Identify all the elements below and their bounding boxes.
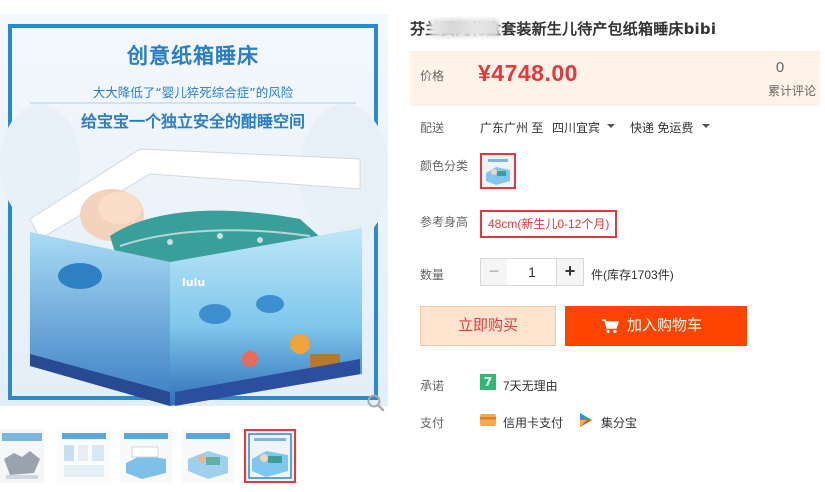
chevron-down-icon[interactable] <box>607 124 615 128</box>
main-image-illustration: lulu <box>0 14 388 406</box>
zoom-icon[interactable] <box>366 393 386 413</box>
color-option-swatch[interactable] <box>480 153 516 189</box>
promo-subtitle-2: 给宝宝一个独立安全的酣睡空间 <box>80 112 305 131</box>
title-redaction <box>430 19 500 37</box>
height-option-selected[interactable]: 48cm(新生儿0-12个月) <box>480 210 618 238</box>
seven-day-return-icon: 7 <box>480 374 496 390</box>
thumbnail-1[interactable] <box>0 429 44 483</box>
promo-subtitle-1: 大大降低了“婴儿猝死综合症”的风险 <box>92 85 294 100</box>
review-label[interactable]: 累计评论 <box>768 82 816 99</box>
price-panel: 价格 ¥4748.00 0 累计评论 <box>410 51 820 106</box>
color-label: 颜色分类 <box>420 159 469 173</box>
shipping-method-select[interactable]: 快递 免运费 <box>630 119 693 136</box>
quantity-label: 数量 <box>420 268 445 282</box>
review-count[interactable]: 0 <box>762 59 798 76</box>
cart-icon <box>602 319 619 334</box>
jifenbao-payment-text[interactable]: 集分宝 <box>601 414 637 431</box>
quantity-increase-button[interactable]: + <box>556 258 584 286</box>
box-brand-text: lulu <box>182 276 205 289</box>
jifenbao-icon <box>580 413 592 427</box>
product-gallery: lulu 创意纸箱睡床 大大降低了“婴儿猝死综合症”的风险 给宝宝一个独立安全的… <box>0 0 395 492</box>
product-info-panel: 芬兰婴儿礼盒套装新生儿待产包纸箱睡床bibi 价格 ¥4748.00 0 累计评… <box>408 0 825 492</box>
promise-label: 承诺 <box>420 379 445 393</box>
height-label: 参考身高 <box>420 215 469 229</box>
thumbnail-2[interactable] <box>58 429 110 483</box>
credit-card-payment-text[interactable]: 信用卡支付 <box>503 414 563 431</box>
buy-now-button[interactable]: 立即购买 <box>420 306 556 346</box>
promise-text[interactable]: 7天无理由 <box>503 377 558 394</box>
add-to-cart-label: 加入购物车 <box>627 317 703 334</box>
credit-card-icon <box>480 414 496 426</box>
delivery-destination-select[interactable]: 四川宜宾 <box>552 119 600 136</box>
main-product-image[interactable]: lulu 创意纸箱睡床 大大降低了“婴儿猝死综合症”的风险 给宝宝一个独立安全的… <box>0 14 388 406</box>
quantity-decrease-button[interactable]: − <box>480 258 508 286</box>
price-value: ¥4748.00 <box>478 60 578 86</box>
promo-title: 创意纸箱睡床 <box>127 44 259 68</box>
chevron-down-icon[interactable] <box>702 124 710 128</box>
thumbnail-3[interactable] <box>120 429 172 483</box>
thumbnail-5-selected[interactable] <box>244 429 296 483</box>
add-to-cart-button[interactable]: 加入购物车 <box>565 306 747 346</box>
delivery-label: 配送 <box>420 121 445 135</box>
payment-label: 支付 <box>420 416 445 430</box>
thumbnail-strip <box>0 429 395 485</box>
thumbnail-4[interactable] <box>182 429 234 483</box>
quantity-input[interactable] <box>507 258 557 286</box>
stock-text: 件(库存1703件) <box>591 268 674 282</box>
price-label: 价格 <box>420 69 445 83</box>
delivery-from: 广东广州 至 <box>480 121 544 135</box>
